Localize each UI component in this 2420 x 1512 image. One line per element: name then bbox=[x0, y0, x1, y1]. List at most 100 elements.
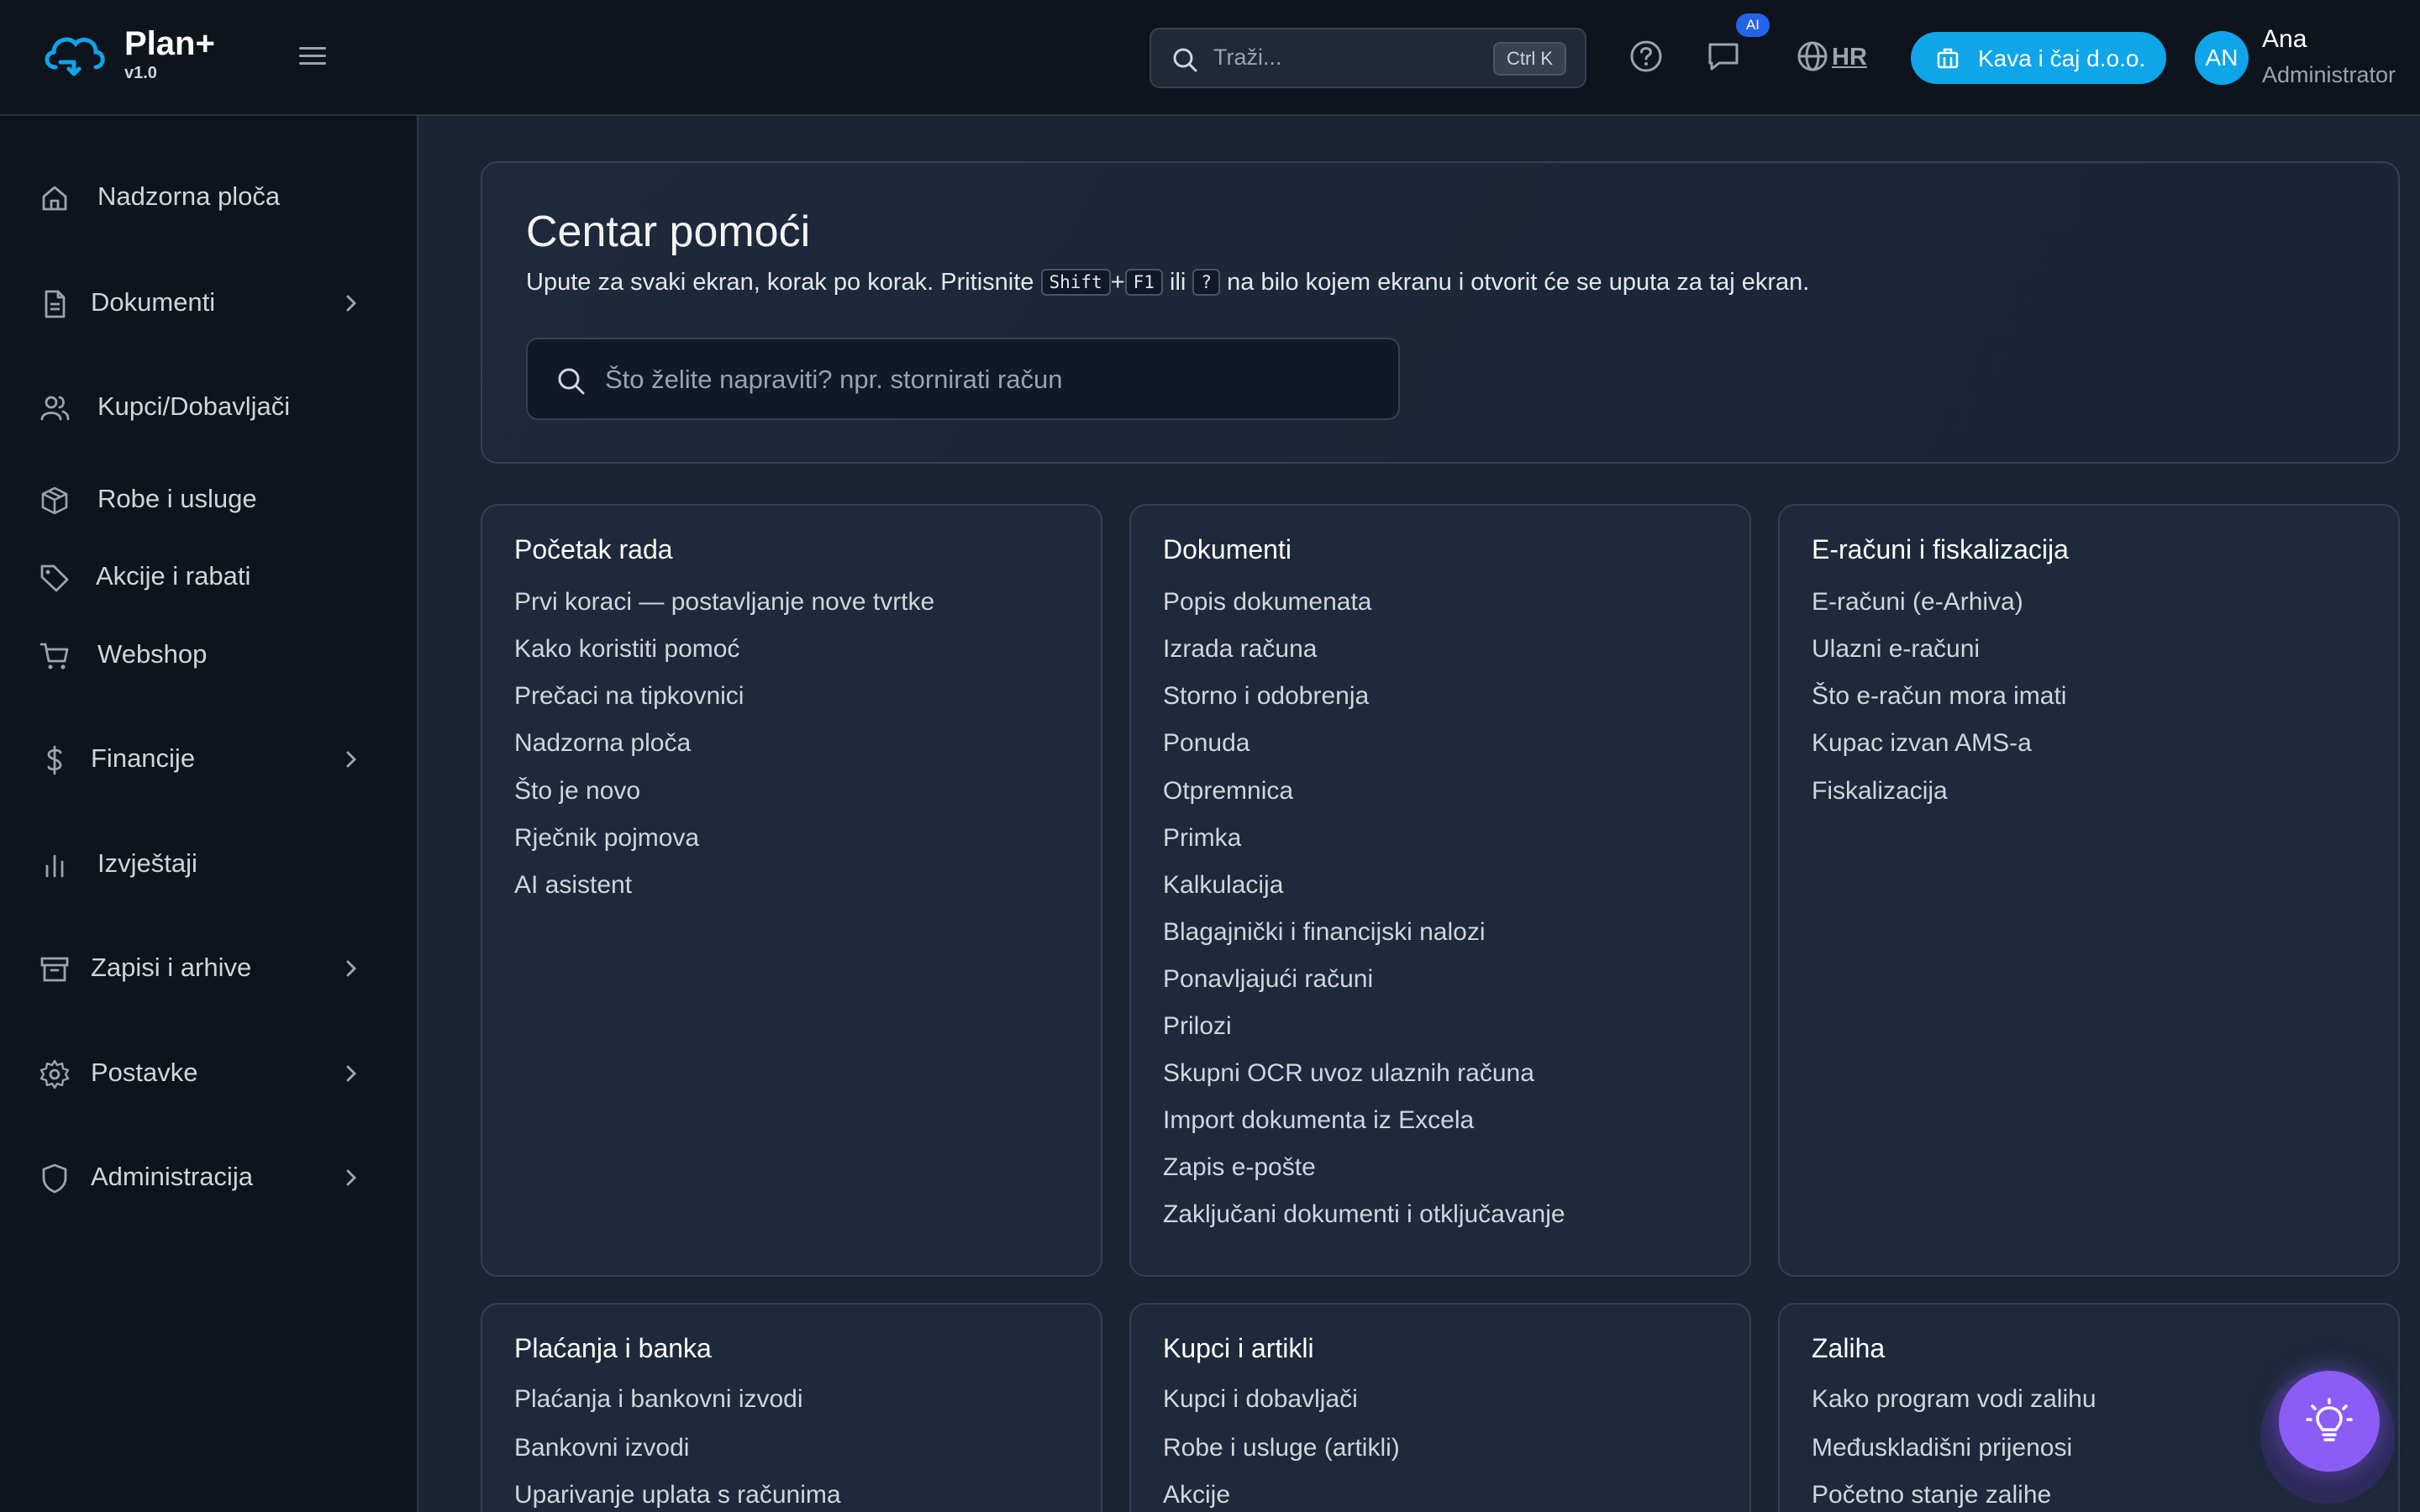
help-link[interactable]: Robe i usluge (artikli) bbox=[1163, 1434, 1400, 1462]
help-link[interactable]: Popis dokumenata bbox=[1163, 588, 1372, 617]
help-link[interactable]: Zapis e-pošte bbox=[1163, 1153, 1316, 1182]
help-link[interactable]: Prilozi bbox=[1163, 1012, 1232, 1041]
sidebar-item-documents[interactable]: Dokumenti bbox=[0, 270, 417, 337]
sidebar-item-dashboard[interactable]: Nadzorna ploča bbox=[0, 164, 417, 231]
sidebar-item-finance[interactable]: Financije bbox=[0, 726, 417, 793]
help-link[interactable]: Zaključani dokumenti i otključavanje bbox=[1163, 1200, 1565, 1229]
key-f1: F1 bbox=[1124, 269, 1163, 296]
help-card-getting-started: Početak rada Prvi koraci — postavljanje … bbox=[481, 504, 1102, 1277]
box-icon bbox=[41, 486, 68, 515]
sidebar-item-label: Administracija bbox=[91, 1162, 253, 1191]
help-link[interactable]: Fiskalizacija bbox=[1812, 777, 1948, 806]
help-link[interactable]: Akcije bbox=[1163, 1481, 1230, 1509]
help-link[interactable]: Što je novo bbox=[514, 777, 640, 806]
help-link[interactable]: Što e-račun mora imati bbox=[1812, 682, 2066, 711]
menu-icon[interactable] bbox=[296, 42, 329, 72]
users-icon bbox=[40, 396, 70, 421]
brand-version: v1.0 bbox=[124, 64, 157, 82]
brand-name: Plan+ bbox=[124, 25, 215, 62]
sidebar-item-archives[interactable]: Zapisi i arhive bbox=[0, 935, 417, 1002]
globe-icon[interactable] bbox=[1797, 40, 1828, 72]
search-shortcut-chip: Ctrl K bbox=[1493, 42, 1566, 76]
chevron-right-icon bbox=[346, 1065, 357, 1082]
help-link[interactable]: Kalkulacija bbox=[1163, 871, 1283, 900]
search-icon bbox=[1173, 48, 1197, 72]
card-title: Kupci i artikli bbox=[1163, 1333, 1314, 1363]
key-question: ? bbox=[1192, 269, 1221, 296]
help-link[interactable]: Početno stanje zalihe bbox=[1812, 1481, 2051, 1509]
sidebar-item-products[interactable]: Robe i usluge bbox=[0, 466, 417, 533]
help-link[interactable]: AI asistent bbox=[514, 871, 632, 900]
home-icon bbox=[42, 186, 67, 211]
card-title: Dokumenti bbox=[1163, 534, 1292, 564]
ai-badge: AI bbox=[1736, 13, 1770, 37]
sidebar-item-label: Zapisi i arhive bbox=[91, 953, 252, 982]
help-link[interactable]: Izrada računa bbox=[1163, 635, 1317, 664]
chevron-right-icon bbox=[346, 751, 357, 768]
gear-icon bbox=[39, 1059, 70, 1089]
help-link[interactable]: Plaćanja i bankovni izvodi bbox=[514, 1385, 803, 1414]
help-icon[interactable] bbox=[1628, 39, 1664, 74]
help-link[interactable]: E-računi (e-Arhiva) bbox=[1812, 588, 2023, 617]
user-name: Ana bbox=[2262, 25, 2307, 53]
sidebar-item-webshop[interactable]: Webshop bbox=[0, 622, 417, 689]
sidebar-item-administration[interactable]: Administracija bbox=[0, 1144, 417, 1211]
help-link[interactable]: Nadzorna ploča bbox=[514, 729, 691, 758]
sidebar-item-label: Financije bbox=[91, 743, 196, 773]
page-title: Centar pomoći bbox=[526, 207, 811, 256]
chevron-right-icon bbox=[346, 295, 357, 312]
help-link[interactable]: Prvi koraci — postavljanje nove tvrtke bbox=[514, 588, 934, 617]
help-link[interactable]: Prečaci na tipkovnici bbox=[514, 682, 744, 711]
chevron-right-icon bbox=[346, 1169, 357, 1186]
company-switch-button[interactable]: Kava i čaj d.o.o. bbox=[1911, 32, 2166, 84]
help-link[interactable]: Rječnik pojmova bbox=[514, 824, 699, 853]
sidebar-item-label: Postavke bbox=[91, 1058, 198, 1087]
chevron-right-icon bbox=[346, 960, 357, 977]
help-search-input[interactable]: Što želite napraviti? npr. stornirati ra… bbox=[526, 338, 1400, 420]
card-title: Zaliha bbox=[1812, 1333, 1886, 1363]
sidebar-item-label: Izvještaji bbox=[97, 848, 197, 878]
page-subtitle: Upute za svaki ekran, korak po korak. Pr… bbox=[526, 269, 1809, 297]
help-link[interactable]: Skupni OCR uvoz ulaznih računa bbox=[1163, 1059, 1534, 1088]
language-switcher[interactable]: HR bbox=[1832, 44, 1867, 71]
help-link[interactable]: Otpremnica bbox=[1163, 777, 1293, 806]
help-card-einvoices: E-računi i fiskalizacija E-računi (e-Arh… bbox=[1778, 504, 2400, 1277]
help-link[interactable]: Blagajnički i financijski nalozi bbox=[1163, 918, 1486, 947]
document-icon bbox=[45, 290, 66, 318]
sidebar-item-label: Kupci/Dobavljači bbox=[97, 391, 291, 421]
help-link[interactable]: Ponavljajući računi bbox=[1163, 965, 1373, 994]
sidebar-item-settings[interactable]: Postavke bbox=[0, 1040, 417, 1107]
help-link[interactable]: Uparivanje uplata s računima bbox=[514, 1481, 841, 1509]
help-link[interactable]: Primka bbox=[1163, 824, 1241, 853]
sidebar-item-reports[interactable]: Izvještaji bbox=[0, 831, 417, 898]
chat-icon[interactable] bbox=[1706, 39, 1741, 74]
archive-icon bbox=[40, 957, 69, 982]
user-role: Administrator bbox=[2262, 62, 2396, 87]
help-link[interactable]: Storno i odobrenja bbox=[1163, 682, 1369, 711]
dollar-icon bbox=[47, 745, 62, 775]
help-link[interactable]: Međuskladišni prijenosi bbox=[1812, 1434, 2072, 1462]
sidebar-item-customers[interactable]: Kupci/Dobavljači bbox=[0, 374, 417, 441]
tips-fab-button[interactable] bbox=[2279, 1371, 2380, 1472]
card-title: E-računi i fiskalizacija bbox=[1812, 534, 2069, 564]
top-header: Plan+ v1.0 Traži... Ctrl K AI HR Kava i … bbox=[0, 0, 2420, 116]
help-link[interactable]: Import dokumenta iz Excela bbox=[1163, 1106, 1474, 1135]
help-link[interactable]: Kupci i dobavljači bbox=[1163, 1385, 1358, 1414]
help-link[interactable]: Ulazni e-računi bbox=[1812, 635, 1980, 664]
help-card-customers-items: Kupci i artikli Kupci i dobavljači Robe … bbox=[1129, 1303, 1751, 1512]
help-link[interactable]: Kako koristiti pomoć bbox=[514, 635, 739, 664]
avatar[interactable]: AN bbox=[2195, 31, 2249, 85]
or-text: ili bbox=[1170, 269, 1186, 296]
plus-sign: + bbox=[1110, 269, 1125, 296]
tag-icon bbox=[40, 564, 69, 592]
help-link[interactable]: Ponuda bbox=[1163, 729, 1249, 758]
help-link[interactable]: Kupac izvan AMS-a bbox=[1812, 729, 2032, 758]
sidebar-item-promotions[interactable]: Akcije i rabati bbox=[0, 543, 417, 611]
help-link[interactable]: Bankovni izvodi bbox=[514, 1434, 689, 1462]
cloud-logo-icon[interactable] bbox=[40, 29, 109, 81]
global-search-input[interactable]: Traži... Ctrl K bbox=[1150, 28, 1586, 88]
help-search-placeholder: Što želite napraviti? npr. stornirati ra… bbox=[605, 365, 1063, 394]
help-link[interactable]: Kako program vodi zalihu bbox=[1812, 1385, 2096, 1414]
subtitle-text: Upute za svaki ekran, korak po korak. Pr… bbox=[526, 269, 1034, 296]
key-shift: Shift bbox=[1040, 269, 1111, 296]
